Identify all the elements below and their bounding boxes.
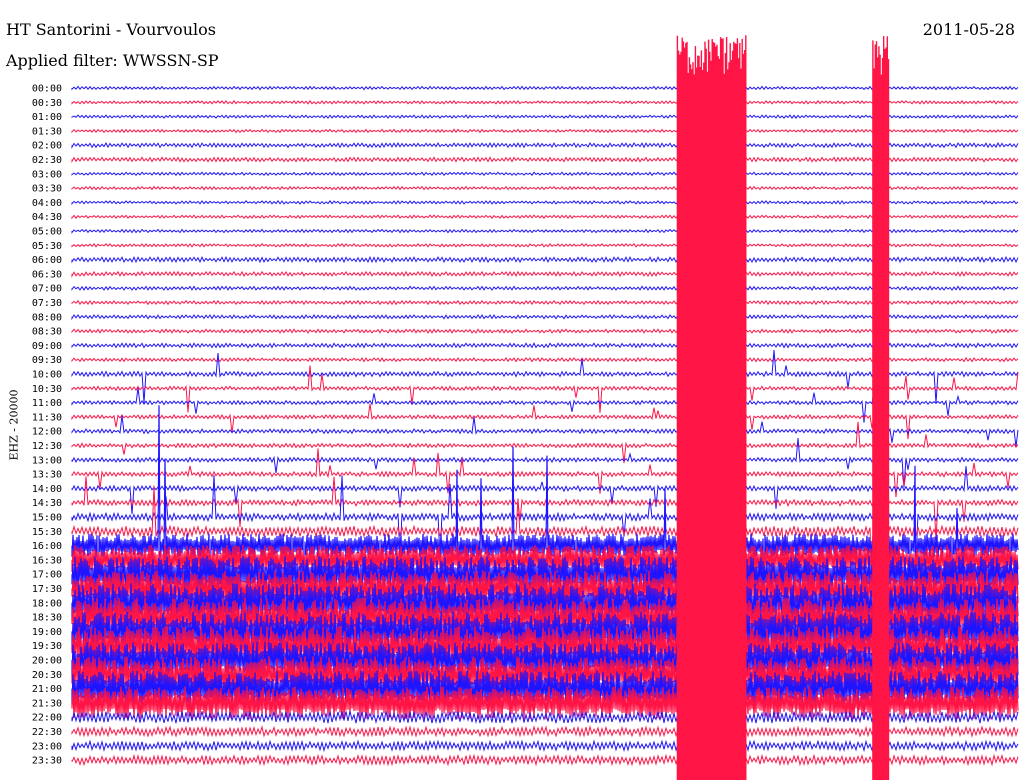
time-tick-label: 11:00	[32, 398, 62, 409]
time-tick-label: 05:30	[32, 241, 62, 252]
time-tick-label: 08:00	[32, 312, 62, 323]
time-tick-label: 04:00	[32, 198, 62, 209]
seismic-traces	[71, 35, 1019, 780]
time-tick-label: 15:30	[32, 527, 62, 538]
time-tick-label: 02:30	[32, 155, 62, 166]
time-tick-label: 08:30	[32, 327, 62, 338]
time-tick-label: 00:30	[32, 98, 62, 109]
time-tick-label: 22:30	[32, 727, 62, 738]
time-tick-label: 20:00	[32, 656, 62, 667]
time-tick-label: 19:00	[32, 627, 62, 638]
time-tick-label: 23:00	[32, 741, 62, 752]
time-tick-label: 03:30	[32, 184, 62, 195]
time-tick-label: 11:30	[32, 412, 62, 423]
time-tick-label: 03:00	[32, 169, 62, 180]
time-tick-label: 18:30	[32, 613, 62, 624]
helicorder-plot: 00:00 00:30 01:00 01:30 02:00 02:30 03:00 03:30…	[32, 35, 1019, 780]
time-tick-label: 01:00	[32, 112, 62, 123]
time-tick-label: 16:00	[32, 541, 62, 552]
time-tick-label: 14:00	[32, 484, 62, 495]
time-tick-label: 07:00	[32, 284, 62, 295]
time-tick-label: 05:00	[32, 227, 62, 238]
time-tick-label: 12:00	[32, 427, 62, 438]
large-event-1	[676, 35, 747, 780]
time-tick-label: 12:30	[32, 441, 62, 452]
time-tick-label: 21:00	[32, 684, 62, 695]
time-tick-label: 07:30	[32, 298, 62, 309]
time-tick-label: 14:30	[32, 498, 62, 509]
time-tick-label: 13:30	[32, 470, 62, 481]
time-tick-label: 21:30	[32, 698, 62, 709]
time-tick-label: 23:30	[32, 756, 62, 767]
time-tick-label: 10:00	[32, 370, 62, 381]
time-tick-label: 01:30	[32, 126, 62, 137]
large-event-2	[872, 36, 890, 780]
time-tick-label: 00:00	[32, 84, 62, 95]
time-tick-label: 18:00	[32, 598, 62, 609]
time-tick-label: 17:30	[32, 584, 62, 595]
time-tick-label: 09:30	[32, 355, 62, 366]
time-tick-label: 19:30	[32, 641, 62, 652]
time-tick-label: 06:30	[32, 269, 62, 280]
time-tick-label: 04:30	[32, 212, 62, 223]
time-tick-label: 06:00	[32, 255, 62, 266]
time-tick-label: 17:00	[32, 570, 62, 581]
time-tick-label: 02:00	[32, 141, 62, 152]
time-tick-label: 16:30	[32, 555, 62, 566]
tick-labels: 00:00 00:30 01:00 01:30 02:00 02:30 03:00 03:30…	[32, 84, 62, 767]
time-tick-label: 15:00	[32, 513, 62, 524]
time-tick-label: 22:00	[32, 713, 62, 724]
time-tick-label: 13:00	[32, 455, 62, 466]
time-tick-label: 09:00	[32, 341, 62, 352]
time-tick-label: 10:30	[32, 384, 62, 395]
time-tick-label: 20:30	[32, 670, 62, 681]
